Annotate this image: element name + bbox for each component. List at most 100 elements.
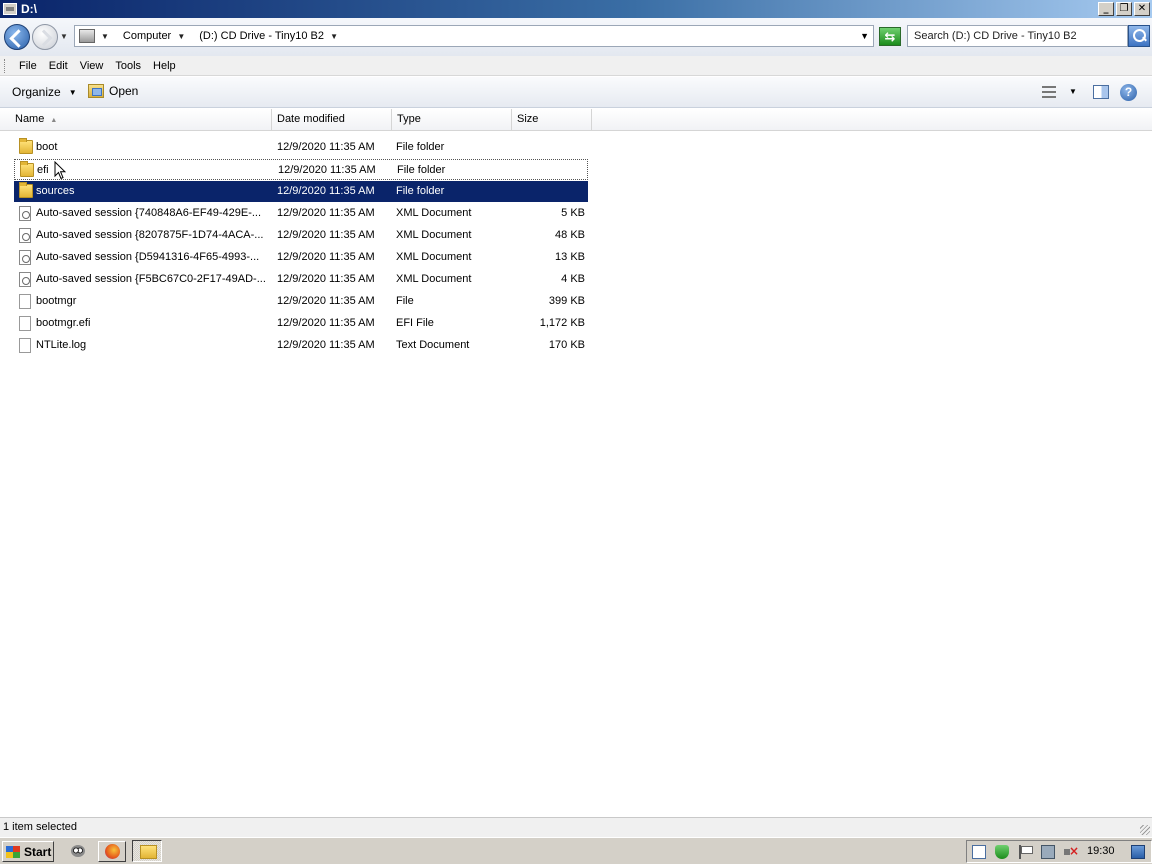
windows-logo-icon <box>6 845 20 858</box>
file-type: XML Document <box>396 273 472 285</box>
file-date-modified: 12/9/2020 11:35 AM <box>277 141 375 153</box>
file-type: File <box>396 295 414 307</box>
folder-icon <box>19 182 33 198</box>
volume-muted-icon[interactable] <box>1063 844 1079 859</box>
show-desktop-icon[interactable] <box>1131 845 1145 859</box>
clock[interactable]: 19:30 <box>1087 845 1115 857</box>
system-tray: 19:30 <box>966 840 1152 863</box>
preview-pane-icon[interactable] <box>1093 85 1109 99</box>
search-icon[interactable] <box>1128 25 1150 47</box>
file-name: efi <box>37 164 49 176</box>
file-list[interactable]: boot 12/9/2020 11:35 AM File folder efi 12/9… <box>0 131 1152 817</box>
drive-icon <box>3 3 17 15</box>
file-name: Auto-saved session {F5BC67C0-2F17-49AD-.… <box>36 273 266 285</box>
chevron-down-icon[interactable]: ▼ <box>330 32 338 41</box>
sort-ascending-icon: ▲ <box>50 117 58 124</box>
file-name: Auto-saved session {740848A6-EF49-429E-.… <box>36 207 262 219</box>
breadcrumb-computer[interactable]: Computer ▼ <box>123 30 191 42</box>
file-date-modified: 12/9/2020 11:35 AM <box>277 229 375 241</box>
file-icon <box>19 338 31 353</box>
title-bar[interactable]: D:\ _ ❐ ✕ <box>0 0 1152 18</box>
window-title: D:\ <box>21 2 37 16</box>
file-name: bootmgr.efi <box>36 317 91 329</box>
column-headers: Name ▲ Date modified Type Size <box>0 109 1152 131</box>
raccoon-app-icon[interactable] <box>68 842 88 861</box>
file-size: 170 KB <box>548 339 585 351</box>
menu-help[interactable]: Help <box>147 60 182 72</box>
file-type: XML Document <box>396 229 472 241</box>
views-dropdown[interactable]: ▼ <box>1069 87 1077 96</box>
file-row[interactable]: boot 12/9/2020 11:35 AM File folder <box>14 137 588 158</box>
file-size: 48 KB <box>555 229 585 241</box>
file-name: bootmgr <box>36 295 77 307</box>
open-button[interactable]: Open <box>88 84 138 98</box>
file-row[interactable]: Auto-saved session {740848A6-EF49-429E-.… <box>14 203 588 224</box>
network-icon[interactable] <box>1041 845 1055 859</box>
file-type: File folder <box>396 185 445 197</box>
file-icon <box>19 294 31 309</box>
address-history-dropdown[interactable]: ▼ <box>860 31 869 41</box>
menu-edit[interactable]: Edit <box>43 60 74 72</box>
file-size: 1,172 KB <box>539 317 585 329</box>
file-row[interactable]: bootmgr.efi 12/9/2020 11:35 AM EFI File 1,1… <box>14 313 588 334</box>
file-name: NTLite.log <box>36 339 87 351</box>
explorer-taskbar-button[interactable] <box>132 840 162 862</box>
forward-button[interactable] <box>32 24 58 50</box>
resize-grip[interactable] <box>1140 825 1150 835</box>
file-row[interactable]: sources 12/9/2020 11:35 AM File folder <box>14 181 588 202</box>
address-field[interactable]: ▼ Computer ▼ (D:) CD Drive - Tiny10 B2 ▼… <box>74 25 874 47</box>
file-row[interactable]: efi 12/9/2020 11:35 AM File folder <box>14 159 588 180</box>
file-name: sources <box>36 185 75 197</box>
column-header-name[interactable]: Name ▲ <box>10 109 272 131</box>
file-size: 4 KB <box>561 273 585 285</box>
menu-file[interactable]: File <box>13 60 43 72</box>
file-date-modified: 12/9/2020 11:35 AM <box>278 164 376 176</box>
command-bar: Organize ▼ Open ▼ ? <box>0 77 1152 108</box>
file-row[interactable]: NTLite.log 12/9/2020 11:35 AM Text Documen… <box>14 335 588 356</box>
close-button[interactable]: ✕ <box>1134 2 1150 16</box>
organize-button[interactable]: Organize ▼ <box>12 85 77 99</box>
file-name: boot <box>36 141 58 153</box>
file-row[interactable]: Auto-saved session {D5941316-4F65-4993-.… <box>14 247 588 268</box>
file-type: File folder <box>397 164 446 176</box>
file-type: Text Document <box>396 339 470 351</box>
column-header-type[interactable]: Type <box>392 109 512 131</box>
xml-icon <box>19 250 31 265</box>
security-shield-icon[interactable] <box>995 845 1009 859</box>
column-header-date[interactable]: Date modified <box>272 109 392 131</box>
back-button[interactable] <box>4 24 30 50</box>
cd-drive-icon <box>79 29 95 43</box>
file-size: 399 KB <box>548 295 585 307</box>
menu-tools[interactable]: Tools <box>109 60 147 72</box>
breadcrumb-cd-drive[interactable]: (D:) CD Drive - Tiny10 B2 ▼ <box>199 30 344 42</box>
column-header-size[interactable]: Size <box>512 109 592 131</box>
restore-button[interactable]: ❐ <box>1116 2 1132 16</box>
xml-icon <box>19 272 31 287</box>
file-date-modified: 12/9/2020 11:35 AM <box>277 295 375 307</box>
file-row[interactable]: bootmgr 12/9/2020 11:35 AM File 399 KB <box>14 291 588 312</box>
minimize-button[interactable]: _ <box>1098 2 1114 16</box>
chevron-down-icon[interactable]: ▼ <box>177 32 185 41</box>
file-size: 5 KB <box>561 207 585 219</box>
start-button[interactable]: Start <box>2 841 54 862</box>
action-center-flag-icon[interactable] <box>1019 845 1033 859</box>
address-toolbar: ▼ ▼ Computer ▼ (D:) CD Drive - Tiny10 B2… <box>0 18 1152 56</box>
file-date-modified: 12/9/2020 11:35 AM <box>277 339 375 351</box>
file-type: XML Document <box>396 251 472 263</box>
taskbar: Start 19:30 <box>0 837 1152 864</box>
file-row[interactable]: Auto-saved session {F5BC67C0-2F17-49AD-.… <box>14 269 588 290</box>
search-input[interactable]: Search (D:) CD Drive - Tiny10 B2 <box>907 25 1128 47</box>
recent-pages-dropdown[interactable]: ▼ <box>60 32 68 41</box>
help-icon[interactable]: ? <box>1120 84 1137 101</box>
menu-view[interactable]: View <box>74 60 110 72</box>
change-view-icon[interactable] <box>1042 86 1056 98</box>
firefox-taskbar-button[interactable] <box>98 841 126 862</box>
chevron-down-icon: ▼ <box>68 87 77 97</box>
breadcrumb-root-arrow[interactable]: ▼ <box>101 32 115 41</box>
xml-icon <box>19 206 31 221</box>
file-row[interactable]: Auto-saved session {8207875F-1D74-4ACA-.… <box>14 225 588 246</box>
document-tray-icon[interactable] <box>972 845 986 859</box>
refresh-button[interactable]: ⇆ <box>879 27 901 46</box>
status-bar: 1 item selected <box>0 817 1152 837</box>
toolbar-grip[interactable] <box>4 58 7 73</box>
